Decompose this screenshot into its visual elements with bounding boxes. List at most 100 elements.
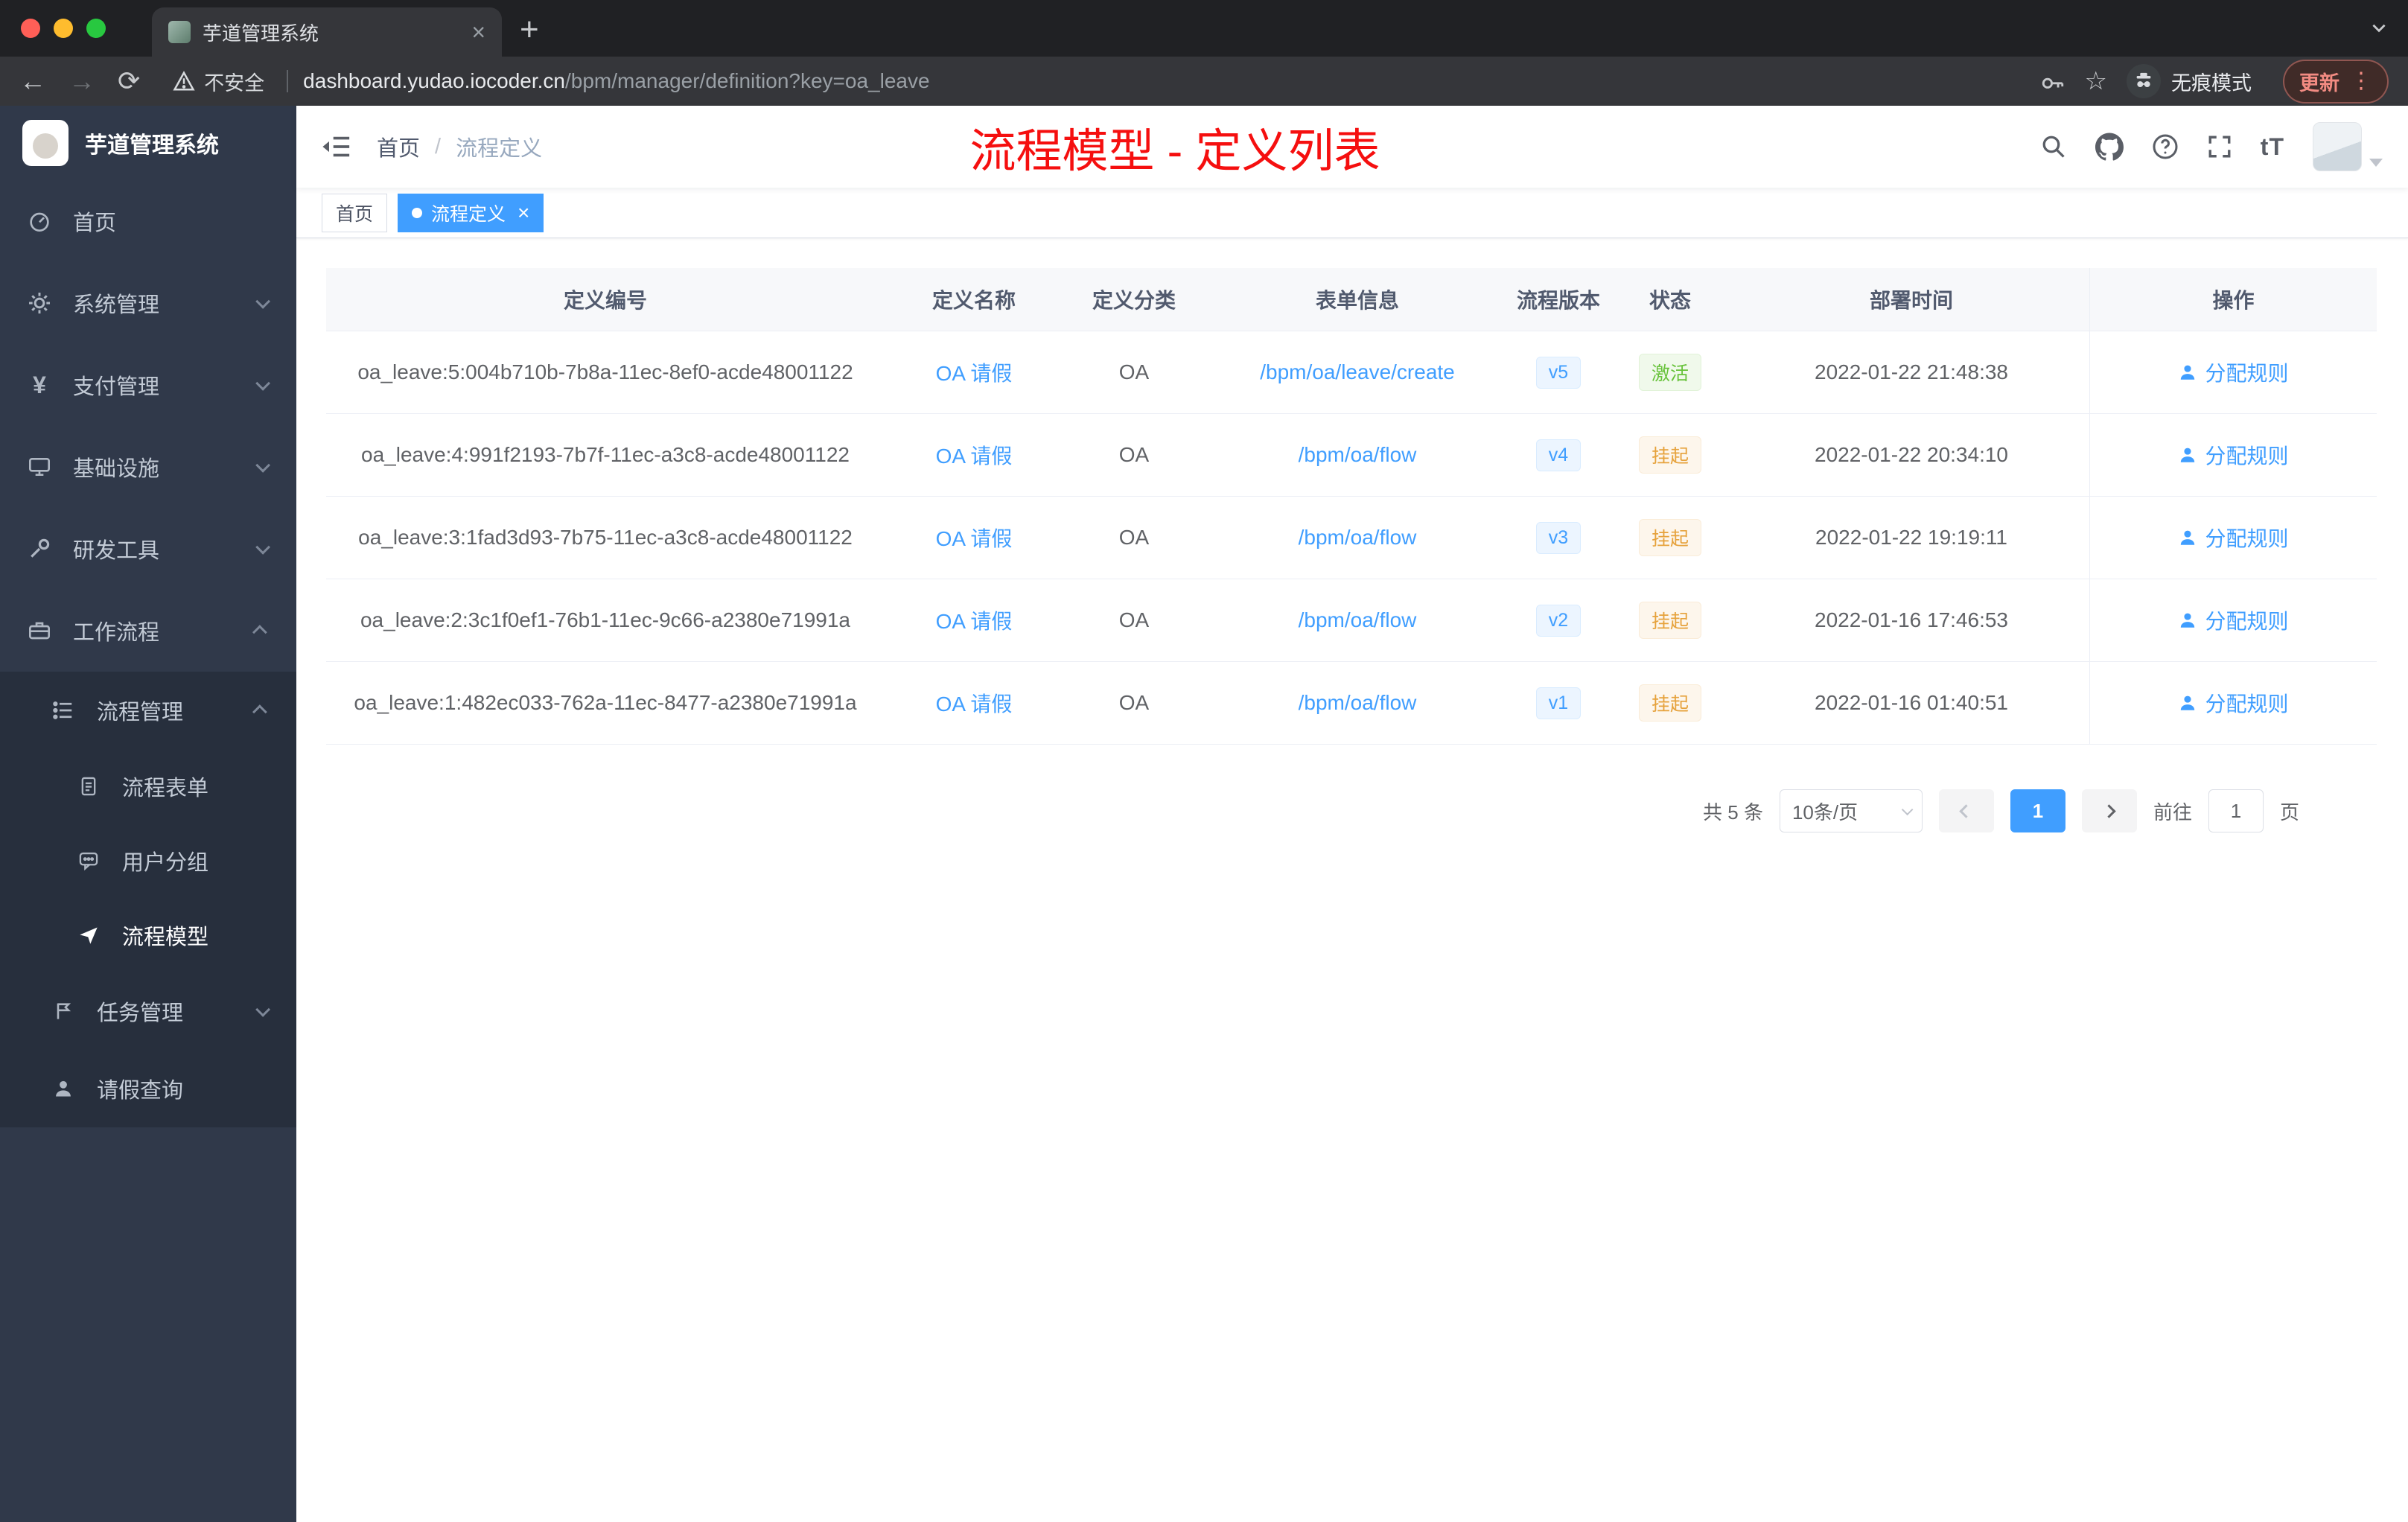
page-content: 定义编号 定义名称 定义分类 表单信息 流程版本 状态 部署时间 操作 oa_l… [296, 238, 2408, 1522]
browser-address-bar: ← → ⟳ 不安全 dashboard.yudao.iocoder.cn/bpm… [0, 57, 2408, 106]
reload-icon[interactable]: ⟳ [118, 68, 140, 95]
sidebar-item-process-form[interactable]: 流程表单 [0, 749, 296, 824]
minimize-window-button[interactable] [54, 19, 73, 38]
browser-tab[interactable]: 芋道管理系统 × [152, 7, 502, 57]
bookmark-star-icon[interactable]: ☆ [2085, 69, 2107, 94]
browser-update-chip[interactable]: 更新 ⋮ [2283, 59, 2389, 104]
next-page-button[interactable] [2081, 789, 2137, 832]
close-window-button[interactable] [21, 19, 40, 38]
assign-rule-link[interactable]: 分配规则 [2178, 440, 2289, 470]
form-link[interactable]: /bpm/oa/flow [1299, 526, 1417, 550]
page-size-select[interactable]: 10条/页 [1779, 789, 1923, 832]
form-link[interactable]: /bpm/oa/flow [1299, 691, 1417, 715]
cell-definition-id: oa_leave:5:004b710b-7b8a-11ec-8ef0-acde4… [357, 360, 853, 383]
url-field[interactable]: dashboard.yudao.iocoder.cn/bpm/manager/d… [303, 69, 2039, 93]
avatar[interactable] [2313, 122, 2362, 171]
chevron-up-icon [252, 625, 267, 640]
tab-title: 芋道管理系统 [203, 22, 319, 45]
table-row: oa_leave:3:1fad3d93-7b75-11ec-a3c8-acde4… [326, 497, 2377, 579]
goto-page-input[interactable] [2208, 789, 2264, 832]
breadcrumb-home[interactable]: 首页 [377, 131, 420, 162]
sidebar-item-task-management[interactable]: 任务管理 [0, 972, 296, 1050]
sidebar-item-process-model[interactable]: 流程模型 [0, 898, 296, 972]
sidebar-item-dev-tools[interactable]: 研发工具 [0, 508, 296, 590]
tab-search-icon[interactable] [2369, 18, 2389, 37]
chat-bubble-icon [74, 850, 103, 871]
user-icon [2181, 530, 2195, 545]
paper-plane-icon [74, 925, 103, 946]
definition-name-link[interactable]: OA 请假 [936, 605, 1013, 635]
sidebar-item-user-group[interactable]: 用户分组 [0, 824, 296, 898]
workflow-submenu: 流程管理 流程表单 用户分组 流程模型 任务管理 请假查询 [0, 672, 296, 1127]
form-link[interactable]: /bpm/oa/flow [1299, 443, 1417, 467]
sidebar-item-workflow[interactable]: 工作流程 [0, 590, 296, 672]
sidebar-logo[interactable]: 芋道管理系统 [0, 106, 296, 180]
definition-name-link[interactable]: OA 请假 [936, 523, 1013, 553]
sidebar-item-label: 流程表单 [122, 777, 209, 800]
password-key-icon[interactable] [2040, 69, 2065, 94]
definition-name-link[interactable]: OA 请假 [936, 440, 1013, 470]
column-header: 定义名称 [931, 289, 1016, 312]
new-tab-button[interactable]: + [520, 13, 539, 46]
sidebar-item-process-management[interactable]: 流程管理 [0, 672, 296, 749]
sidebar-item-label: 任务管理 [97, 1002, 184, 1025]
prev-page-button[interactable] [1938, 789, 1994, 832]
definition-name-link[interactable]: OA 请假 [936, 688, 1013, 718]
sidebar-item-infrastructure[interactable]: 基础设施 [0, 426, 296, 508]
sidebar-item-home[interactable]: 首页 [0, 180, 296, 262]
cell-definition-id: oa_leave:1:482ec033-762a-11ec-8477-a2380… [354, 691, 857, 714]
sidebar-item-system-management[interactable]: 系统管理 [0, 262, 296, 344]
fullscreen-icon[interactable] [2207, 134, 2232, 159]
assign-rule-link[interactable]: 分配规则 [2178, 523, 2289, 553]
tag-label: 首页 [336, 203, 374, 225]
search-icon[interactable] [2040, 133, 2067, 160]
site-security-chip[interactable]: 不安全 [173, 67, 264, 96]
security-label: 不安全 [204, 71, 265, 95]
browser-menu-icon[interactable]: ⋮ [2350, 70, 2372, 92]
sidebar-item-label: 工作流程 [73, 621, 160, 645]
sidebar-collapse-icon[interactable] [322, 133, 351, 160]
dashboard-icon [25, 209, 54, 233]
font-size-icon[interactable]: tT [2261, 133, 2284, 161]
chevron-down-icon [255, 539, 271, 555]
current-page-button[interactable]: 1 [2010, 789, 2065, 832]
sidebar-item-label: 请假查询 [97, 1079, 184, 1103]
forward-icon[interactable]: → [69, 68, 95, 95]
form-link[interactable]: /bpm/oa/leave/create [1260, 360, 1455, 384]
assign-rule-link[interactable]: 分配规则 [2178, 605, 2289, 635]
cell-deploy-time: 2022-01-22 20:34:10 [1815, 443, 2008, 466]
github-icon[interactable] [2095, 133, 2124, 161]
form-link[interactable]: /bpm/oa/flow [1299, 608, 1417, 632]
sidebar-item-payment-management[interactable]: ¥ 支付管理 [0, 344, 296, 426]
version-tag: v5 [1535, 356, 1582, 389]
cell-category: OA [1118, 526, 1150, 549]
help-icon[interactable] [2152, 133, 2179, 160]
sidebar-item-leave-query[interactable]: 请假查询 [0, 1050, 296, 1127]
incognito-icon [2127, 64, 2161, 98]
status-badge: 挂起 [1638, 602, 1701, 639]
warning-icon [173, 71, 195, 91]
tab-favicon-icon [168, 21, 191, 43]
assign-rule-link[interactable]: 分配规则 [2178, 357, 2289, 387]
tag-close-icon[interactable]: × [517, 202, 529, 223]
address-bar-actions: ☆ 无痕模式 更新 ⋮ [2040, 59, 2389, 104]
definition-name-link[interactable]: OA 请假 [936, 357, 1013, 387]
update-label: 更新 [2299, 71, 2339, 95]
assign-rule-link[interactable]: 分配规则 [2178, 688, 2289, 718]
assign-rule-label: 分配规则 [2205, 445, 2289, 468]
back-icon[interactable]: ← [19, 68, 46, 95]
maximize-window-button[interactable] [86, 19, 106, 38]
sidebar-item-label: 流程管理 [97, 701, 184, 725]
tag-home[interactable]: 首页 [322, 193, 388, 232]
cell-deploy-time: 2022-01-22 19:19:11 [1815, 526, 2007, 549]
user-avatar-menu[interactable] [2313, 122, 2383, 171]
tags-view-bar: 首页 流程定义 × [296, 188, 2408, 238]
tab-close-icon[interactable]: × [471, 20, 485, 44]
chevron-right-icon [2102, 803, 2117, 818]
tag-process-definition[interactable]: 流程定义 × [398, 193, 544, 232]
sidebar-item-label: 用户分组 [122, 851, 209, 875]
sidebar-item-label: 支付管理 [73, 375, 160, 399]
table-header-row: 定义编号 定义名称 定义分类 表单信息 流程版本 状态 部署时间 操作 [326, 268, 2377, 331]
status-badge: 挂起 [1638, 436, 1701, 474]
browser-tab-strip: 芋道管理系统 × + [0, 0, 2408, 57]
